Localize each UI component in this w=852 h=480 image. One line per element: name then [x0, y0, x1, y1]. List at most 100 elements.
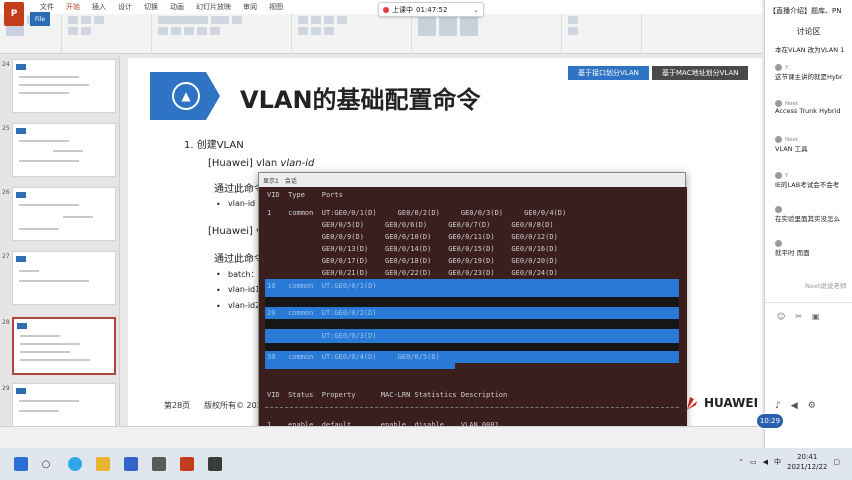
ribbon-tab[interactable]: 切换: [144, 2, 158, 12]
brand-logo-text: HUAWEI: [704, 396, 759, 410]
terminal-output: VID Type Ports 1 common UT:GE0/0/1(D) GE…: [259, 187, 687, 449]
bullets-button[interactable]: [298, 16, 308, 24]
layout-button[interactable]: [81, 16, 91, 24]
bold-button[interactable]: [158, 27, 168, 35]
font-color-button[interactable]: [210, 27, 220, 35]
chat-username: Neet: [785, 100, 799, 107]
font-size-select[interactable]: [211, 16, 229, 24]
ribbon-tab[interactable]: 设计: [118, 2, 132, 12]
ribbon-tab[interactable]: 动画: [170, 2, 184, 12]
chat-message-text: IE的LAB考试会不会考: [775, 181, 840, 189]
edge-browser-icon[interactable]: [68, 457, 82, 471]
clock-date: 2021/12/22: [787, 463, 828, 471]
app-icon[interactable]: [152, 457, 166, 471]
section-heading: 1. 创建VLAN: [184, 140, 244, 151]
align-center-button[interactable]: [311, 27, 321, 35]
section-button[interactable]: [68, 27, 78, 35]
ribbon-tab[interactable]: 开始: [66, 2, 80, 12]
terminal-separator: [265, 407, 679, 408]
slide-thumbnail[interactable]: [12, 59, 116, 113]
timer-badge[interactable]: 10:29: [756, 413, 784, 429]
bullet-text: vlan-id2: [228, 301, 261, 310]
chat-message: 本在VLAN 改为VLAN 1: [775, 44, 852, 54]
chat-message: Y IE的LAB考试会不会考: [775, 172, 852, 189]
shadow-button[interactable]: [197, 27, 207, 35]
nav-tab-port-vlan[interactable]: 基于接口划分VLAN: [568, 66, 649, 80]
slide-thumbnail[interactable]: [12, 187, 116, 241]
terminal-line: 10 common UT:GE0/0/1(D): [267, 282, 377, 290]
file-explorer-icon[interactable]: [96, 457, 110, 471]
new-slide-button[interactable]: [68, 16, 78, 24]
terminal-line: 30 common UT:GE0/0/4(D) GE0/0/5(D): [267, 353, 440, 361]
nav-tab-mac-vlan[interactable]: 基于MAC地址划分VLAN: [652, 66, 749, 80]
chevron-down-icon[interactable]: ⌄: [473, 6, 479, 14]
avatar: [775, 240, 782, 247]
slide-thumbnail[interactable]: [12, 251, 116, 305]
live-intro-header[interactable]: 【直播介绍】题库、PN: [765, 0, 852, 22]
avatar: [775, 206, 782, 213]
windows-start-icon[interactable]: [14, 457, 28, 471]
indent-button[interactable]: [324, 16, 334, 24]
avatar: [775, 100, 782, 107]
chat-username: Y: [785, 64, 789, 71]
quick-styles-button[interactable]: [460, 16, 478, 36]
volume-icon[interactable]: ◀: [791, 401, 798, 411]
notification-icon[interactable]: ▢: [833, 458, 840, 466]
align-left-button[interactable]: [298, 27, 308, 35]
grow-font-button[interactable]: [232, 16, 242, 24]
find-button[interactable]: [568, 16, 578, 24]
chevron-up-icon[interactable]: ⌃: [738, 458, 744, 466]
search-icon[interactable]: ○: [38, 456, 54, 472]
ribbon-tab[interactable]: 幻灯片放映: [196, 2, 231, 12]
image-icon[interactable]: ▣: [812, 312, 820, 321]
delete-button[interactable]: [81, 27, 91, 35]
drawing-group: [412, 14, 562, 54]
taskbar-clock[interactable]: 20:41 2021/12/22: [787, 452, 827, 472]
slides-group: [62, 14, 152, 54]
mic-icon[interactable]: ♪: [775, 401, 781, 411]
bullet-dot: •: [216, 270, 221, 279]
line-spacing-button[interactable]: [337, 16, 347, 24]
ime-language[interactable]: 中: [774, 457, 781, 467]
terminal-tab[interactable]: 显示1: [263, 176, 279, 185]
ribbon-tab[interactable]: 视图: [269, 2, 283, 12]
shield-icon[interactable]: [124, 457, 138, 471]
scissors-icon[interactable]: ✂: [795, 312, 802, 321]
file-button[interactable]: File: [30, 12, 50, 26]
volume-icon[interactable]: ◀: [763, 458, 768, 466]
terminal-line: GE0/0/5(D) GE0/0/6(D) GE0/0/7(D) GE0/0/8…: [267, 221, 554, 229]
chat-message: Neet VLAN 工具: [775, 136, 852, 153]
powerpoint-logo-icon: P: [4, 2, 24, 26]
ribbon-tab[interactable]: 文件: [40, 2, 54, 12]
terminal-window[interactable]: 显示1 会话 VID Type Ports 1 common UT:GE0/0/…: [258, 172, 687, 449]
bullet-dot: •: [216, 302, 221, 311]
settings-icon[interactable]: ⚙: [808, 401, 816, 411]
terminal-tab[interactable]: 会话: [285, 176, 297, 185]
replace-button[interactable]: [568, 27, 578, 35]
powerpoint-app-icon[interactable]: [180, 457, 194, 471]
align-right-button[interactable]: [324, 27, 334, 35]
chat-input-placeholder[interactable]: Neet说说老师: [805, 280, 846, 290]
slide-thumbnail-selected[interactable]: [12, 317, 116, 375]
arrange-button[interactable]: [439, 16, 457, 36]
chat-message-text: 这节课主讲的就是Hybr: [775, 73, 843, 81]
italic-button[interactable]: [171, 27, 181, 35]
slide-thumbnail[interactable]: [12, 123, 116, 177]
network-icon[interactable]: ▭: [750, 458, 757, 466]
emoji-icon[interactable]: ☺: [777, 312, 785, 321]
chat-message-text: Access Trunk Hybrid: [775, 107, 841, 115]
bullet-text: vlan-id1: [228, 285, 261, 294]
reset-button[interactable]: [94, 16, 104, 24]
font-name-select[interactable]: [158, 16, 208, 24]
numbering-button[interactable]: [311, 16, 321, 24]
terminal-app-icon[interactable]: [208, 457, 222, 471]
shapes-button[interactable]: [418, 16, 436, 36]
terminal-line: GE0/0/17(D) GE0/0/18(D) GE0/0/19(D) GE0/…: [267, 257, 558, 265]
ribbon-tab[interactable]: 插入: [92, 2, 106, 12]
underline-button[interactable]: [184, 27, 194, 35]
chat-message: Y 这节课主讲的就是Hybr: [775, 64, 852, 81]
ribbon-tab[interactable]: 审阅: [243, 2, 257, 12]
command-argument: vlan-id: [280, 158, 315, 169]
chat-panel: 【直播介绍】题库、PN 讨论区 本在VLAN 改为VLAN 1 Y 这节课主讲的…: [764, 0, 852, 448]
chat-username: Y: [785, 172, 789, 179]
